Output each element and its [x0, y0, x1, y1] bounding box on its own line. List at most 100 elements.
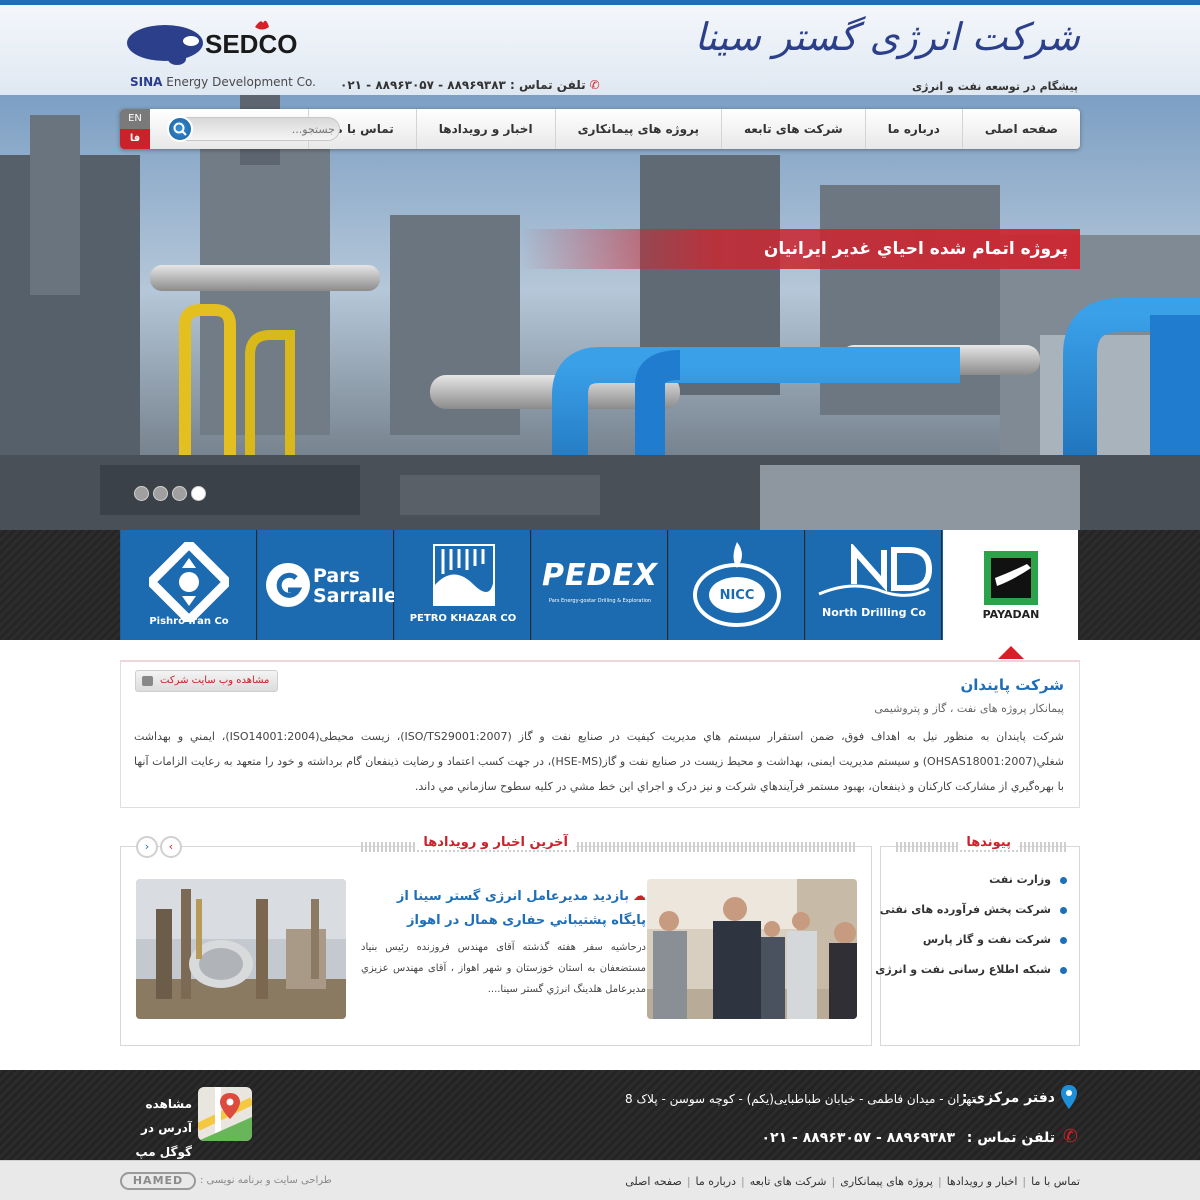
visit-website-button[interactable]: مشاهده وب سایت شرکت: [135, 670, 279, 692]
designer-logo[interactable]: HAMED: [120, 1172, 196, 1190]
bottom-link-subsidiaries[interactable]: شرکت های تابعه: [750, 1175, 827, 1188]
north-drilling-logo-icon: [818, 544, 933, 597]
company-label: Pishro Iran Co: [149, 616, 229, 627]
logo-text: SEDCO: [205, 29, 297, 59]
link-item[interactable]: وزارت نفت: [887, 873, 1067, 903]
logo-sub-bold: SINA: [130, 75, 163, 89]
company-tile-pedex[interactable]: PEDEX Pars Energy-gostar Drilling & Expl…: [531, 530, 667, 640]
strip-side-right: [1080, 530, 1200, 640]
language-switcher: EN فا: [120, 109, 150, 149]
news-headline[interactable]: ☁بازدید مدیرعامل انرژی گستر سینا از پایگ…: [371, 885, 646, 933]
separator: |: [1022, 1175, 1027, 1188]
company-strip: Pishro Iran Co Pars Sarralle PETRO KHAZA…: [0, 530, 1200, 640]
lang-fa-button[interactable]: فا: [120, 129, 150, 149]
payadan-logo-icon: [984, 551, 1038, 605]
bottom-link-projects[interactable]: پروژه های پیمانکاری: [840, 1175, 933, 1188]
company-tile-pars-sarralle[interactable]: Pars Sarralle: [257, 530, 397, 640]
news-photo-visit-image: [647, 879, 857, 1019]
slider-dot[interactable]: [172, 486, 187, 501]
visit-website-label: مشاهده وب سایت شرکت: [160, 675, 270, 686]
news-photo-refinery-image: [136, 879, 346, 1019]
search-button[interactable]: [167, 116, 193, 142]
company-sublabel: Pars Energy-gostar Drilling & Exploratio…: [548, 598, 652, 604]
bottom-link-news[interactable]: اخبار و رویدادها: [947, 1175, 1018, 1188]
petro-khazar-logo-icon: [433, 544, 495, 606]
separator: |: [831, 1175, 836, 1188]
hero-slider[interactable]: [0, 95, 1200, 530]
company-tile-petro-khazar[interactable]: PETRO KHAZAR CO: [394, 530, 530, 640]
company-label: PETRO KHAZAR CO: [409, 613, 517, 624]
news-headline-text: بازدید مدیرعامل انرژی گستر سینا از پایگا…: [396, 889, 646, 928]
pishro-logo-icon: [149, 542, 229, 622]
sedco-logo-mark: SEDCO: [127, 20, 297, 65]
cloud-icon: ☁: [633, 889, 646, 904]
footer-phone-value: ۰۲۱ - ۸۸۹۶۳۰۵۷ - ۸۸۹۶۹۳۸۳: [761, 1130, 955, 1146]
slider-dot-active[interactable]: [191, 486, 206, 501]
link-item[interactable]: شرکت نفت و گاز پارس: [887, 933, 1067, 963]
nav-projects[interactable]: پروژه های پیمانکاری: [554, 109, 721, 149]
brand-tagline: پیشگام در توسعه نفت و انرژی: [912, 80, 1078, 93]
footer: دفتر مرکزی : تهران - میدان فاطمی - خیابا…: [0, 1070, 1200, 1160]
news-next-button[interactable]: ‹: [160, 836, 182, 858]
links-title: پیوندها: [958, 835, 1019, 850]
slider-dots: [134, 486, 206, 502]
links-list: وزارت نفت شرکت پخش فرآورده های نفتی شرکت…: [875, 873, 1067, 993]
news-prev-button[interactable]: ›: [136, 836, 158, 858]
company-label: PEDEX: [541, 558, 658, 593]
bottom-link-contact[interactable]: تماس با ما: [1031, 1175, 1080, 1188]
google-maps-button[interactable]: [198, 1087, 252, 1141]
link-item[interactable]: شبکه اطلاع رسانی نفت و انرژی: [875, 963, 1067, 993]
bottom-link-home[interactable]: صفحه اصلی: [625, 1175, 682, 1188]
link-item[interactable]: شرکت پخش فرآورده های نفتی: [880, 903, 1067, 933]
window-icon: [142, 676, 153, 686]
company-info-body: شرکت پایندان به منظور نیل به اهداف فوق، …: [134, 730, 1065, 793]
links-panel: پیوندها وزارت نفت شرکت پخش فرآورده های ن…: [875, 835, 1080, 1046]
nav-news[interactable]: اخبار و رویدادها: [415, 109, 555, 149]
bottom-links: صفحه اصلی | درباره ما | شرکت های تابعه | پر…: [625, 1175, 1080, 1188]
news-photo-visit[interactable]: [647, 879, 857, 1019]
company-tile-north-drilling[interactable]: North Drilling Co: [805, 530, 941, 640]
company-tile-nicc[interactable]: NICC: [668, 530, 804, 640]
brand-name-fa: شرکت انرژی گستر سینا: [694, 15, 1080, 59]
nav-home[interactable]: صفحه اصلی: [961, 109, 1080, 149]
search-box: [167, 116, 340, 142]
main-navbar: صفحه اصلی درباره ما شرکت های تابعه پروژه…: [120, 109, 1080, 149]
lang-en-button[interactable]: EN: [120, 109, 150, 129]
news-panel: آخرین اخبار و رویدادها › ‹ ☁بازدید مدیرع…: [120, 835, 872, 1046]
google-maps-label[interactable]: مشاهده آدرس در گوگل مپ: [122, 1092, 192, 1164]
bottom-bar: صفحه اصلی | درباره ما | شرکت های تابعه | پر…: [0, 1160, 1200, 1200]
nicc-logo-icon: [693, 542, 781, 627]
sedco-logo[interactable]: SEDCO SINA Energy Development Co.: [125, 17, 325, 97]
google-maps-icon: [198, 1087, 252, 1141]
header-phone-text: تلفن تماس : ۸۸۹۶۹۳۸۳ - ۸۸۹۶۳۰۵۷ - ۰۲۱: [340, 78, 586, 92]
news-title: آخرین اخبار و رویدادها: [415, 835, 576, 850]
company-label: NICC: [719, 588, 755, 603]
company-info-panel: شرکت پایندان پیمانکار پروژه های نفت ، گا…: [120, 660, 1080, 808]
header: SEDCO SINA Energy Development Co. ✆تلفن …: [0, 5, 1200, 95]
nav-about[interactable]: درباره ما: [864, 109, 962, 149]
company-tile-payadan[interactable]: PAYADAN: [942, 530, 1078, 640]
address-label: دفتر مرکزی :: [961, 1090, 1055, 1106]
slider-dot[interactable]: [153, 486, 168, 501]
slide-caption[interactable]: پروژه اتمام شده احياي غدير ايرانيان: [520, 229, 1080, 269]
designer-credit: طراحی سایت و برنامه نویسی :: [200, 1175, 332, 1186]
separator: |: [937, 1175, 942, 1188]
active-company-arrow: [998, 646, 1024, 659]
bottom-link-about[interactable]: درباره ما: [696, 1175, 736, 1188]
slider-dot[interactable]: [134, 486, 149, 501]
phone-icon: ✆: [1062, 1126, 1078, 1147]
strip-side-left: [0, 530, 120, 640]
news-photo-refinery[interactable]: [136, 879, 346, 1019]
hero-image: [0, 95, 1200, 530]
phone-icon: ✆: [589, 78, 600, 92]
company-tile-pishro[interactable]: Pishro Iran Co: [120, 530, 256, 640]
company-label: PAYADAN: [982, 608, 1040, 621]
nav-items: صفحه اصلی درباره ما شرکت های تابعه پروژه…: [307, 109, 1080, 149]
company-info-title: شرکت پایندان: [960, 676, 1064, 694]
separator: |: [741, 1175, 745, 1188]
nav-subsidiaries[interactable]: شرکت های تابعه: [721, 109, 865, 149]
search-input[interactable]: [193, 121, 335, 137]
footer-phone-label: تلفن تماس :: [966, 1130, 1055, 1146]
news-excerpt: درحاشیه سفر هفته گذشته آقای مهندس فروزند…: [361, 942, 646, 995]
company-label: North Drilling Co: [822, 606, 926, 619]
